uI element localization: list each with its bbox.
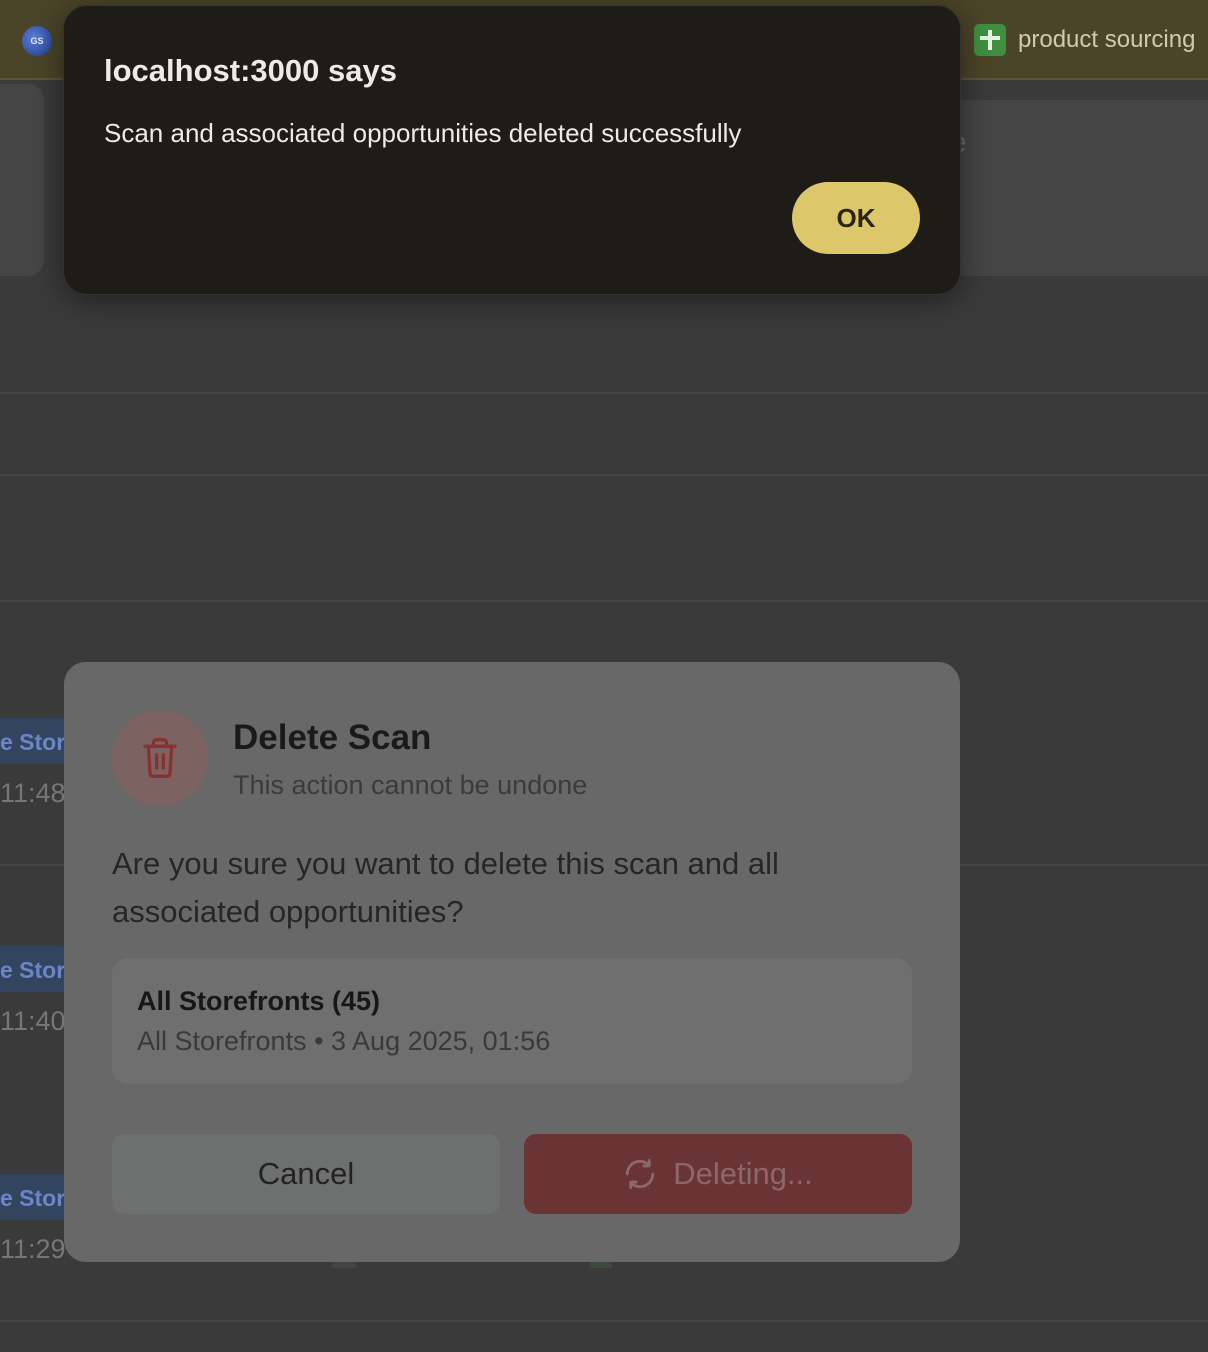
row-time: 11:29 — [0, 1234, 66, 1264]
modal-subtitle: This action cannot be undone — [233, 770, 588, 800]
cancel-button[interactable]: Cancel — [112, 1134, 500, 1214]
modal-title: Delete Scan — [233, 718, 432, 757]
store-tag: e Store — [0, 718, 66, 764]
store-tag: e Store — [0, 946, 66, 992]
bookmark-product-sourcing[interactable]: product sourcing — [1018, 26, 1195, 54]
row-divider — [0, 600, 1208, 602]
background-icon-fragment — [590, 1262, 612, 1268]
delete-button-label: Deleting... — [673, 1156, 813, 1191]
cancel-button-label: Cancel — [257, 1156, 355, 1191]
scan-meta: All Storefronts • 3 Aug 2025, 01:56 — [137, 1026, 551, 1056]
scan-name: All Storefronts (45) — [137, 986, 381, 1016]
modal-icon-circle — [112, 710, 208, 806]
row-time: 11:48 — [0, 778, 66, 808]
alert-ok-button[interactable]: OK — [792, 182, 920, 254]
alert-title: localhost:3000 says — [104, 53, 397, 88]
delete-scan-modal: Delete Scan This action cannot be undone… — [64, 662, 960, 1262]
confirm-question: Are you sure you want to delete this sca… — [112, 846, 779, 929]
trash-icon — [143, 738, 177, 778]
store-tag: e Store — [0, 1174, 66, 1220]
delete-button[interactable]: Deleting... — [524, 1134, 912, 1214]
refresh-icon — [626, 1159, 655, 1189]
alert-ok-label: OK — [836, 202, 876, 233]
globe-icon[interactable]: GS — [22, 26, 52, 56]
scan-summary-card: All Storefronts (45) All Storefronts • 3… — [112, 958, 912, 1084]
background-card — [0, 84, 44, 276]
row-divider — [0, 474, 1208, 476]
google-sheets-icon[interactable] — [974, 24, 1006, 56]
row-divider — [0, 1320, 1208, 1322]
row-time: 11:40 — [0, 1006, 66, 1036]
row-divider — [0, 392, 1208, 394]
browser-alert-dialog: localhost:3000 says Scan and associated … — [63, 5, 961, 295]
alert-message: Scan and associated opportunities delete… — [104, 118, 742, 148]
background-icon-fragment — [332, 1262, 356, 1268]
background-card — [950, 100, 1208, 276]
